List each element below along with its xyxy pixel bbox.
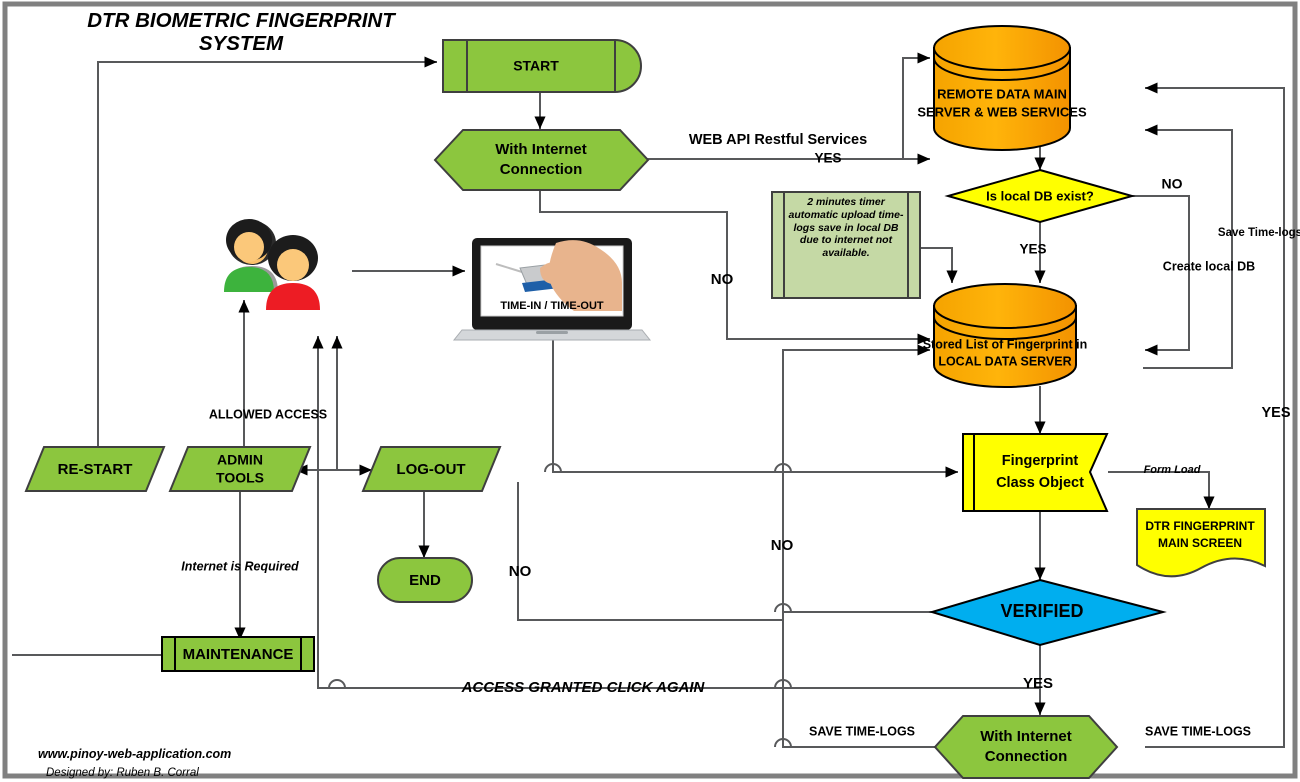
node-fingerprint-class-object-line2: Class Object [996, 475, 1084, 491]
edge-label-internet-required: Internet is Required [181, 559, 299, 573]
edge-label-access-granted: ACCESS GRANTED CLICK AGAIN [461, 679, 706, 696]
node-dtr-main-screen-line2: MAIN SCREEN [1158, 536, 1242, 550]
node-restart-label: RE-START [58, 461, 133, 478]
edge-label-web-api: WEB API Restful Services [689, 132, 867, 148]
node-dtr-main-screen-line1: DTR FINGERPRINT [1145, 519, 1255, 533]
page-title-line1: DTR BIOMETRIC FINGERPRINT [87, 9, 396, 32]
node-remote-data-server-line1: REMOTE DATA MAIN [937, 86, 1067, 101]
node-with-internet-top[interactable]: With Internet Connection [433, 129, 650, 191]
footer-credit: Designed by: Ruben B. Corral [46, 767, 199, 779]
edge-label-yes-far-right: YES [1261, 405, 1290, 421]
node-admin-tools-line2: TOOLS [216, 470, 264, 486]
node-local-data-server-line2: LOCAL DATA SERVER [938, 354, 1071, 368]
node-is-local-db-exist-label: Is local DB exist? [986, 188, 1094, 203]
edge-local-to-remote-savetimelogs [1143, 124, 1233, 369]
line-hops [328, 463, 792, 748]
edge-label-no-verified: NO [771, 537, 794, 554]
flowchart-canvas: START With Internet Connection REMOTE DA… [0, 0, 1300, 782]
node-with-internet-top-line1: With Internet [495, 141, 587, 158]
line-hop-6 [328, 679, 346, 689]
edge-label-allowed-access: ALLOWED ACCESS [209, 407, 327, 421]
node-with-internet-top-line2: Connection [500, 161, 583, 178]
edge-label-yes-local-db: YES [1019, 242, 1046, 257]
node-fingerprint-class-object[interactable]: Fingerprint Class Object [962, 433, 1109, 512]
dtr-biometric-fingerprint-flowchart: START With Internet Connection REMOTE DA… [2, 1, 1300, 779]
node-local-data-server-line1: Stored List of Fingerprint in [923, 337, 1088, 351]
node-with-internet-bottom-line2: Connection [985, 748, 1068, 765]
edge-label-save-time-logs-right2: SAVE TIME-LOGS [1145, 724, 1251, 738]
node-admin-tools[interactable]: ADMIN TOOLS [168, 446, 312, 492]
edge-label-yes-verified: YES [1023, 675, 1053, 692]
node-start[interactable]: START [442, 39, 642, 93]
laptop-fingerprint-scanner-image: TIME-IN / TIME-OUT [452, 238, 652, 341]
node-admin-tools-line1: ADMIN [217, 452, 263, 468]
laptop-screen-label: TIME-IN / TIME-OUT [500, 300, 604, 312]
node-with-internet-bottom[interactable]: With Internet Connection [933, 715, 1119, 779]
node-restart[interactable]: RE-START [24, 446, 166, 492]
edge-no-left-loop [517, 482, 783, 621]
node-verified-label: VERIFIED [1000, 601, 1083, 621]
edge-label-create-local-db: Create local DB [1163, 259, 1255, 273]
node-start-label: START [513, 58, 559, 74]
title-group: DTR BIOMETRIC FINGERPRINT SYSTEM [87, 9, 396, 55]
edge-access-granted [312, 336, 1040, 689]
edge-label-no-local-db: NO [1162, 176, 1183, 192]
edge-label-no-left: NO [509, 563, 532, 580]
edge-laptop-to-fingerprintclass [552, 331, 958, 478]
node-logout[interactable]: LOG-OUT [361, 446, 502, 492]
node-maintenance[interactable]: MAINTENANCE [161, 636, 315, 672]
node-end[interactable]: END [377, 557, 473, 603]
node-verified[interactable]: VERIFIED [928, 578, 1167, 647]
node-local-data-server[interactable]: Stored List of Fingerprint in LOCAL DATA… [923, 283, 1088, 388]
node-remote-data-server[interactable]: REMOTE DATA MAIN SERVER & WEB SERVICES [917, 25, 1087, 151]
edge-label-form-load: Form Load [1144, 464, 1201, 476]
users-group-icon [224, 219, 320, 310]
node-with-internet-bottom-line1: With Internet [980, 728, 1072, 745]
edge-label-save-time-logs-right: Save Time-logs [1218, 227, 1300, 239]
page-title-line2: SYSTEM [199, 32, 284, 55]
edge-label-yes-web-api: YES [814, 151, 841, 166]
node-timer-note-label: 2 minutes timer automatic upload time-lo… [788, 196, 904, 260]
node-end-label: END [409, 572, 441, 589]
edge-label-no-internet: NO [711, 271, 734, 288]
footer-website: www.pinoy-web-application.com [38, 747, 231, 761]
node-remote-data-server-line2: SERVER & WEB SERVICES [917, 104, 1087, 119]
node-maintenance-label: MAINTENANCE [183, 646, 294, 663]
edge-timernote-to-local [920, 247, 958, 283]
edge-formload [1108, 471, 1215, 509]
node-dtr-main-screen[interactable]: DTR FINGERPRINT MAIN SCREEN [1136, 508, 1266, 578]
edge-label-save-time-logs-left: SAVE TIME-LOGS [809, 724, 915, 738]
node-logout-label: LOG-OUT [396, 461, 465, 478]
node-is-local-db-exist[interactable]: Is local DB exist? [944, 168, 1136, 224]
edge-label-group: WEB API Restful Services YES NO YES NO C… [181, 132, 1300, 738]
node-fingerprint-class-object-line1: Fingerprint [1002, 453, 1079, 469]
node-timer-note: 2 minutes timer automatic upload time-lo… [771, 191, 921, 299]
